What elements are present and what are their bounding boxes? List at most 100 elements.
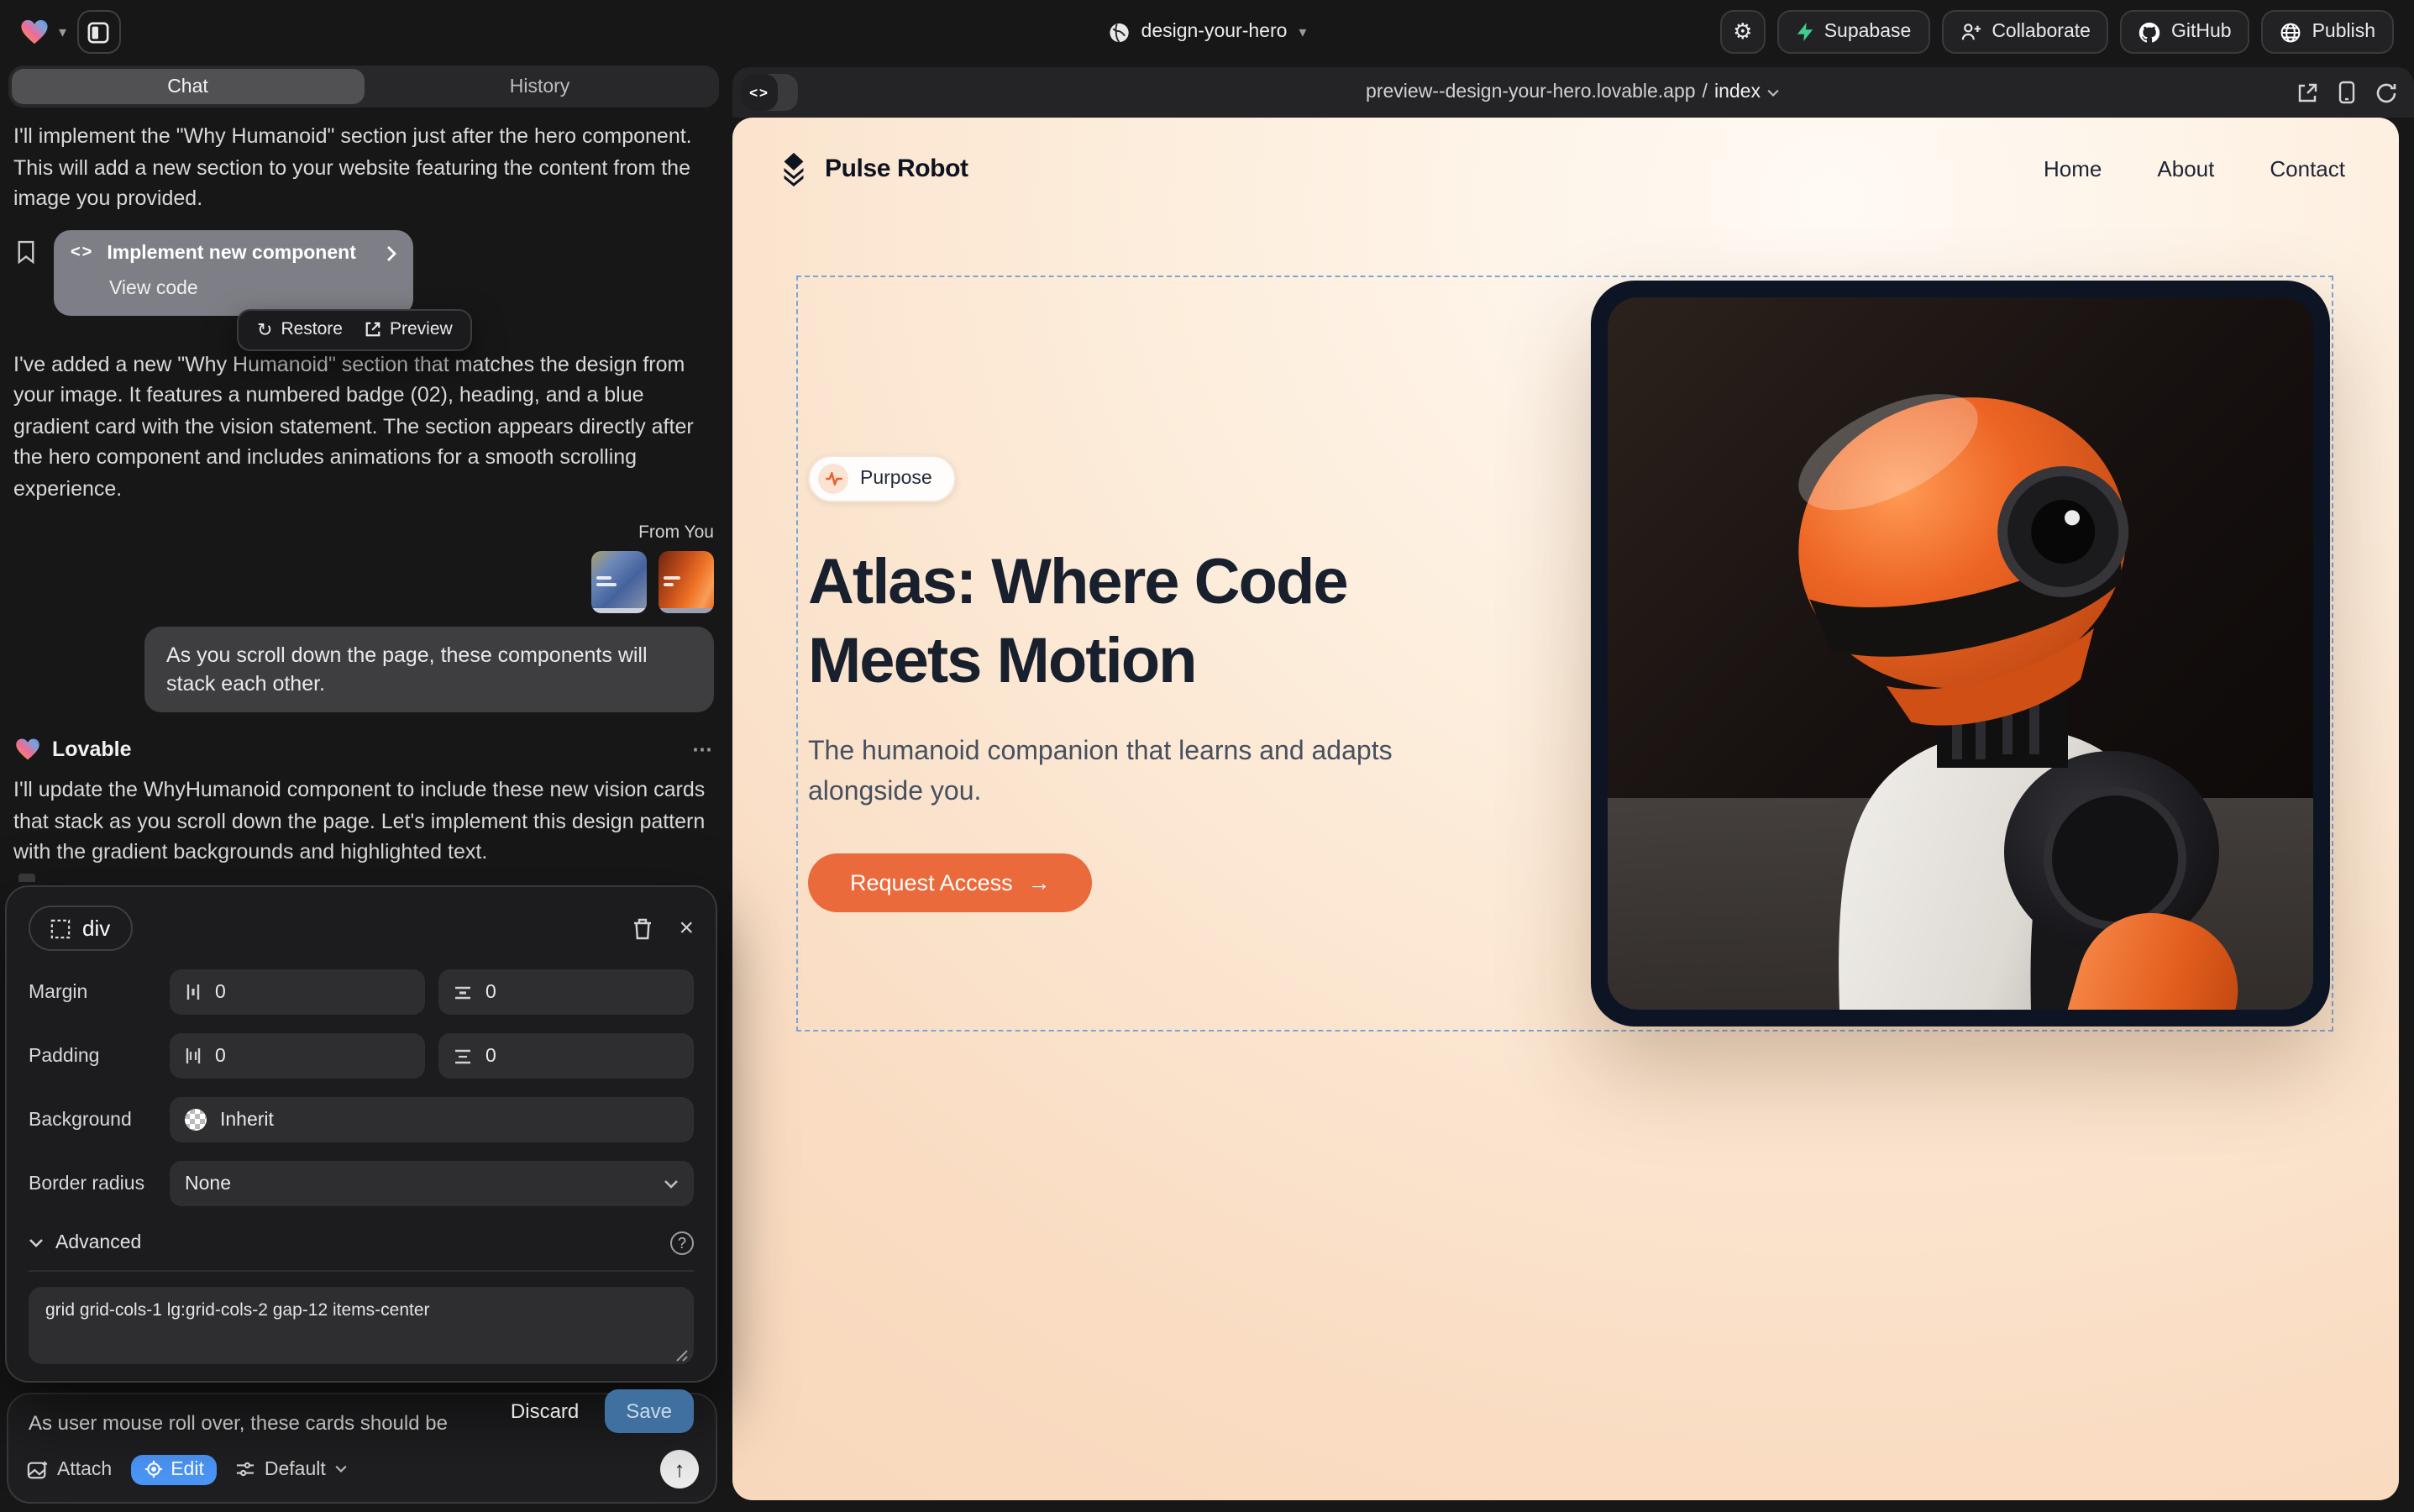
selected-element-pill[interactable]: div	[29, 906, 132, 951]
assistant-message-1: I'll implement the "Why Humanoid" sectio…	[13, 121, 714, 214]
element-inspector-panel: div × Margin	[5, 885, 717, 1383]
tab-history[interactable]: History	[364, 69, 716, 104]
send-button[interactable]: ↑	[660, 1450, 699, 1488]
code-preview-toggle[interactable]: <>	[741, 74, 798, 111]
margin-x-icon	[185, 983, 202, 1001]
attach-button[interactable]: Attach	[27, 1459, 112, 1479]
hero-robot-card	[1591, 281, 2330, 1026]
background-field[interactable]: Inherit	[170, 1097, 694, 1142]
settings-button[interactable]: ⚙	[1720, 10, 1766, 54]
nav-link-home[interactable]: Home	[2044, 156, 2102, 181]
message-menu-button[interactable]: ⋯	[692, 738, 714, 761]
from-you-block: From You	[8, 522, 714, 613]
site-navbar: Pulse Robot Home About Contact	[732, 118, 2399, 186]
site-preview: Pulse Robot Home About Contact Purpose	[732, 118, 2399, 1500]
classes-textarea[interactable]	[29, 1287, 694, 1364]
assistant-message-2: I've added a new "Why Humanoid" section …	[13, 349, 714, 504]
margin-y-field[interactable]	[438, 969, 694, 1015]
advanced-toggle[interactable]: Advanced	[55, 1233, 141, 1253]
restore-preview-popover: ↻ Restore Preview	[237, 308, 473, 350]
preview-button[interactable]: Preview	[365, 319, 453, 339]
workspace-chevron-down-icon[interactable]: ▾	[59, 23, 66, 41]
assistant-message-3: I'll update the WhyHumanoid component to…	[13, 774, 714, 868]
padding-y-icon	[454, 1047, 472, 1064]
project-switcher[interactable]: design-your-hero ▾	[1108, 21, 1307, 43]
tab-chat[interactable]: Chat	[12, 69, 364, 104]
color-swatch	[185, 1109, 207, 1131]
sidebar-toggle-button[interactable]	[76, 10, 120, 54]
delete-element-button[interactable]	[632, 916, 653, 940]
padding-label: Padding	[29, 1046, 170, 1066]
background-label: Background	[29, 1110, 170, 1130]
github-icon	[2139, 21, 2161, 43]
nav-link-about[interactable]: About	[2157, 156, 2214, 181]
publish-button[interactable]: Publish	[2262, 10, 2394, 54]
preview-panel: <> preview--design-your-hero.lovable.app…	[732, 67, 2414, 1512]
site-nav-links: Home About Contact	[2044, 156, 2345, 181]
mode-select[interactable]: Default	[236, 1459, 348, 1479]
collaborate-button[interactable]: Collaborate	[1941, 10, 2109, 54]
chevron-right-icon	[386, 244, 396, 261]
help-icon[interactable]: ?	[670, 1231, 694, 1255]
code-toggle-icon: <>	[741, 74, 778, 111]
arrow-right-icon: →	[1028, 870, 1051, 895]
refresh-button[interactable]	[2375, 81, 2397, 103]
attachment-thumbnail-blue[interactable]	[591, 551, 647, 613]
hero-heading: Atlas: Where Code Meets Motion	[808, 544, 1534, 701]
user-quote-bubble: As you scroll down the page, these compo…	[144, 627, 714, 712]
preview-topbar: <> preview--design-your-hero.lovable.app…	[732, 67, 2414, 118]
lovable-heart-logo[interactable]	[20, 18, 49, 45]
padding-x-field[interactable]	[170, 1033, 425, 1079]
save-button[interactable]: Save	[604, 1389, 694, 1433]
external-link-icon	[365, 321, 381, 338]
globe-icon	[1108, 21, 1130, 43]
margin-label: Margin	[29, 982, 170, 1002]
mode-chevron-down-icon	[334, 1465, 348, 1473]
view-code-link[interactable]: View code	[109, 278, 396, 298]
chat-panel: Chat History I'll implement the "Why Hum…	[0, 64, 729, 1512]
attachment-thumbnail-orange[interactable]	[659, 551, 714, 613]
app-window: ▾ design-your-hero ▾ ⚙ Supabase Collabor…	[0, 0, 2414, 1512]
border-radius-select[interactable]: None	[170, 1161, 694, 1206]
padding-y-field[interactable]	[438, 1033, 694, 1079]
advanced-chevron-icon	[29, 1238, 44, 1248]
dashed-box-icon	[50, 918, 71, 938]
send-arrow-icon: ↑	[674, 1457, 685, 1482]
purpose-badge: Purpose	[808, 455, 956, 502]
target-icon	[144, 1460, 162, 1478]
github-button[interactable]: GitHub	[2121, 10, 2250, 54]
pulse-icon	[818, 464, 848, 494]
bookmark-icon[interactable]	[17, 239, 35, 263]
assistant-header: Lovable ⋯	[15, 738, 714, 761]
edit-mode-pill[interactable]: Edit	[130, 1454, 218, 1484]
supabase-icon	[1796, 22, 1814, 42]
mobile-view-button[interactable]	[2338, 81, 2355, 104]
selected-hero-section[interactable]: Purpose Atlas: Where Code Meets Motion T…	[796, 276, 2333, 1032]
margin-y-icon	[454, 984, 472, 1000]
supabase-button[interactable]: Supabase	[1777, 10, 1930, 54]
request-access-button[interactable]: Request Access →	[808, 853, 1093, 912]
nav-link-contact[interactable]: Contact	[2270, 156, 2345, 181]
implement-component-card[interactable]: <> Implement new component View code	[54, 229, 413, 315]
discard-button[interactable]: Discard	[511, 1399, 579, 1423]
restore-button[interactable]: ↻ Restore	[257, 318, 343, 340]
attach-image-icon	[27, 1459, 49, 1479]
open-external-button[interactable]	[2296, 81, 2318, 103]
partial-bookmark-icon	[18, 874, 35, 882]
topbar: ▾ design-your-hero ▾ ⚙ Supabase Collabor…	[0, 0, 2414, 64]
margin-x-field[interactable]	[170, 969, 425, 1015]
padding-x-icon	[185, 1047, 202, 1065]
preview-url[interactable]: preview--design-your-hero.lovable.app / …	[1366, 67, 1781, 118]
robot-image	[1608, 297, 2313, 1010]
from-you-label: From You	[638, 522, 714, 543]
hero-description: The humanoid companion that learns and a…	[808, 733, 1433, 811]
collaborate-icon	[1960, 22, 1981, 42]
project-name: design-your-hero	[1141, 22, 1288, 42]
resize-grip[interactable]	[675, 1349, 689, 1362]
site-brand[interactable]: Pulse Robot	[776, 151, 968, 186]
chevron-down-icon	[664, 1179, 679, 1189]
component-card-title: Implement new component	[107, 243, 373, 263]
restore-icon: ↻	[257, 318, 272, 340]
publish-globe-icon	[2280, 21, 2302, 43]
close-inspector-button[interactable]: ×	[679, 914, 694, 942]
